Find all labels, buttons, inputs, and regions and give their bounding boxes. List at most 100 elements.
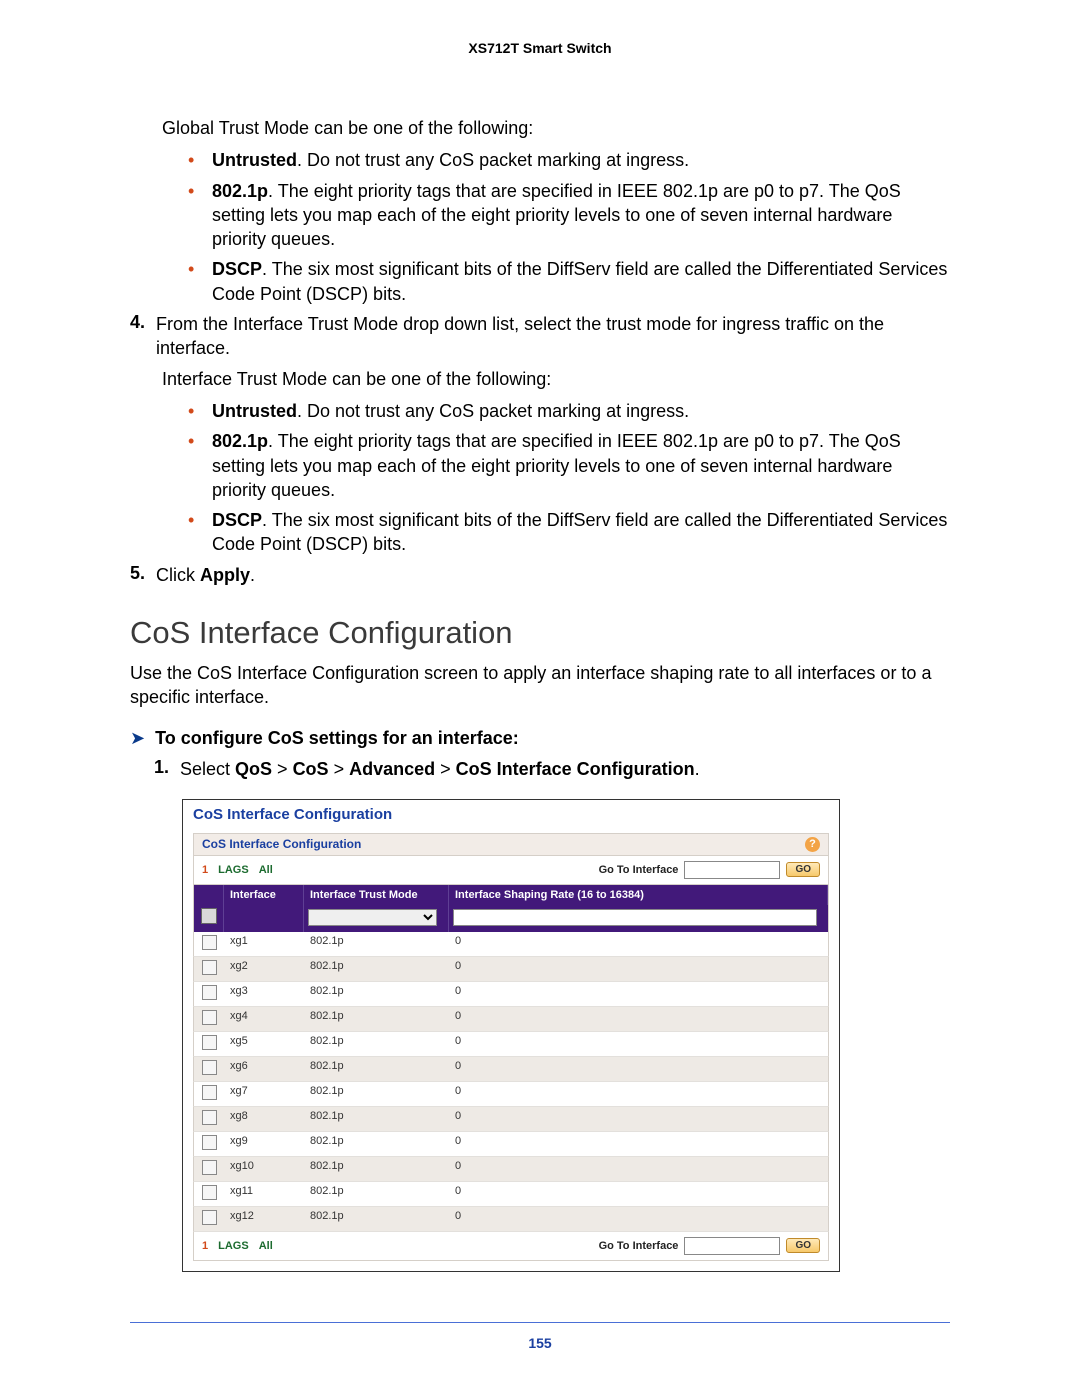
cell-interface: xg4 [224, 1007, 304, 1031]
bullet-dscp-2: • DSCP. The six most significant bits of… [188, 508, 950, 557]
cell-interface: xg10 [224, 1157, 304, 1181]
cell-interface: xg11 [224, 1182, 304, 1206]
cell-trust-mode: 802.1p [304, 982, 449, 1006]
table-row: xg8802.1p0 [193, 1107, 829, 1132]
section-desc: Use the CoS Interface Configuration scre… [130, 661, 950, 710]
help-icon[interactable]: ? [805, 837, 820, 852]
cell-shaping-rate: 0 [449, 1032, 828, 1056]
table-row: xg9802.1p0 [193, 1132, 829, 1157]
cell-trust-mode: 802.1p [304, 1207, 449, 1231]
footer-divider [130, 1322, 950, 1323]
cell-shaping-rate: 0 [449, 1132, 828, 1156]
intro-global-trust: Global Trust Mode can be one of the foll… [162, 116, 950, 140]
cell-shaping-rate: 0 [449, 1107, 828, 1131]
table-row: xg12802.1p0 [193, 1207, 829, 1232]
go-button-top[interactable]: GO [786, 862, 820, 877]
cell-interface: xg2 [224, 957, 304, 981]
table-row: xg3802.1p0 [193, 982, 829, 1007]
cell-trust-mode: 802.1p [304, 957, 449, 981]
table-row: xg6802.1p0 [193, 1057, 829, 1082]
row-checkbox[interactable] [202, 1160, 217, 1175]
cell-shaping-rate: 0 [449, 1057, 828, 1081]
tab-1[interactable]: 1 [202, 864, 208, 876]
row-checkbox[interactable] [202, 1185, 217, 1200]
goto-interface-input-bottom[interactable] [684, 1237, 780, 1255]
bullet-dscp-1: • DSCP. The six most significant bits of… [188, 257, 950, 306]
goto-interface-label-bottom: Go To Interface [599, 1240, 679, 1252]
intro-interface-trust: Interface Trust Mode can be one of the f… [162, 367, 950, 391]
table-row: xg10802.1p0 [193, 1157, 829, 1182]
cell-shaping-rate: 0 [449, 1182, 828, 1206]
row-checkbox[interactable] [202, 1110, 217, 1125]
header-interface: Interface [224, 885, 304, 905]
cell-interface: xg6 [224, 1057, 304, 1081]
row-checkbox[interactable] [202, 1035, 217, 1050]
row-checkbox[interactable] [202, 1210, 217, 1225]
row-checkbox[interactable] [202, 1135, 217, 1150]
tab-all-bottom[interactable]: All [259, 1240, 273, 1252]
row-checkbox[interactable] [202, 1085, 217, 1100]
table-row: xg2802.1p0 [193, 957, 829, 982]
bullet-8021p-1: • 802.1p. The eight priority tags that a… [188, 179, 950, 252]
goto-interface-input[interactable] [684, 861, 780, 879]
cell-interface: xg9 [224, 1132, 304, 1156]
table-row: xg4802.1p0 [193, 1007, 829, 1032]
tab-lags[interactable]: LAGS [218, 864, 249, 876]
trust-mode-select[interactable] [308, 909, 437, 926]
cell-shaping-rate: 0 [449, 1207, 828, 1231]
cell-trust-mode: 802.1p [304, 1132, 449, 1156]
panel-title: CoS Interface Configuration [183, 800, 839, 833]
cell-shaping-rate: 0 [449, 957, 828, 981]
cell-shaping-rate: 0 [449, 982, 828, 1006]
row-checkbox[interactable] [202, 960, 217, 975]
bullet-dot-icon: • [188, 508, 212, 557]
bullet-8021p-2: • 802.1p. The eight priority tags that a… [188, 429, 950, 502]
table-row: xg5802.1p0 [193, 1032, 829, 1057]
cell-trust-mode: 802.1p [304, 1182, 449, 1206]
subpanel-header: CoS Interface Configuration ? [193, 833, 829, 856]
procedure-heading: ➤ To configure CoS settings for an inter… [130, 728, 950, 749]
bullet-dot-icon: • [188, 148, 212, 172]
cell-interface: xg3 [224, 982, 304, 1006]
shaping-rate-input[interactable] [453, 909, 817, 926]
cell-trust-mode: 802.1p [304, 1032, 449, 1056]
table-row: xg7802.1p0 [193, 1082, 829, 1107]
cell-shaping-rate: 0 [449, 932, 828, 956]
bullet-untrusted-1: • Untrusted. Do not trust any CoS packet… [188, 148, 950, 172]
cell-trust-mode: 802.1p [304, 1007, 449, 1031]
cell-trust-mode: 802.1p [304, 1157, 449, 1181]
bullet-dot-icon: • [188, 429, 212, 502]
bullet-dot-icon: • [188, 257, 212, 306]
cell-interface: xg1 [224, 932, 304, 956]
doc-header: XS712T Smart Switch [130, 40, 950, 56]
go-button-bottom[interactable]: GO [786, 1238, 820, 1253]
row-checkbox[interactable] [202, 1010, 217, 1025]
header-shaping-rate: Interface Shaping Rate (16 to 16384) [449, 885, 828, 905]
goto-interface-label: Go To Interface [599, 864, 679, 876]
cell-interface: xg7 [224, 1082, 304, 1106]
bullet-dot-icon: • [188, 399, 212, 423]
row-checkbox[interactable] [202, 935, 217, 950]
select-all-checkbox[interactable] [201, 908, 217, 924]
cell-interface: xg12 [224, 1207, 304, 1231]
row-checkbox[interactable] [202, 985, 217, 1000]
bullet-dot-icon: • [188, 179, 212, 252]
arrow-icon: ➤ [130, 728, 145, 749]
subpanel-title: CoS Interface Configuration [202, 837, 361, 851]
tab-all[interactable]: All [259, 864, 273, 876]
tab-1-bottom[interactable]: 1 [202, 1240, 208, 1252]
cell-trust-mode: 802.1p [304, 932, 449, 956]
step-4: 4. From the Interface Trust Mode drop do… [130, 312, 950, 361]
screenshot-panel: CoS Interface Configuration CoS Interfac… [182, 799, 840, 1272]
section-heading: CoS Interface Configuration [130, 615, 950, 651]
cell-trust-mode: 802.1p [304, 1082, 449, 1106]
cell-interface: xg8 [224, 1107, 304, 1131]
row-checkbox[interactable] [202, 1060, 217, 1075]
cell-shaping-rate: 0 [449, 1007, 828, 1031]
tab-lags-bottom[interactable]: LAGS [218, 1240, 249, 1252]
bullet-untrusted-2: • Untrusted. Do not trust any CoS packet… [188, 399, 950, 423]
cell-trust-mode: 802.1p [304, 1107, 449, 1131]
table-row: xg11802.1p0 [193, 1182, 829, 1207]
header-trust-mode: Interface Trust Mode [304, 885, 449, 905]
step-5: 5. Click Apply. [130, 563, 950, 587]
